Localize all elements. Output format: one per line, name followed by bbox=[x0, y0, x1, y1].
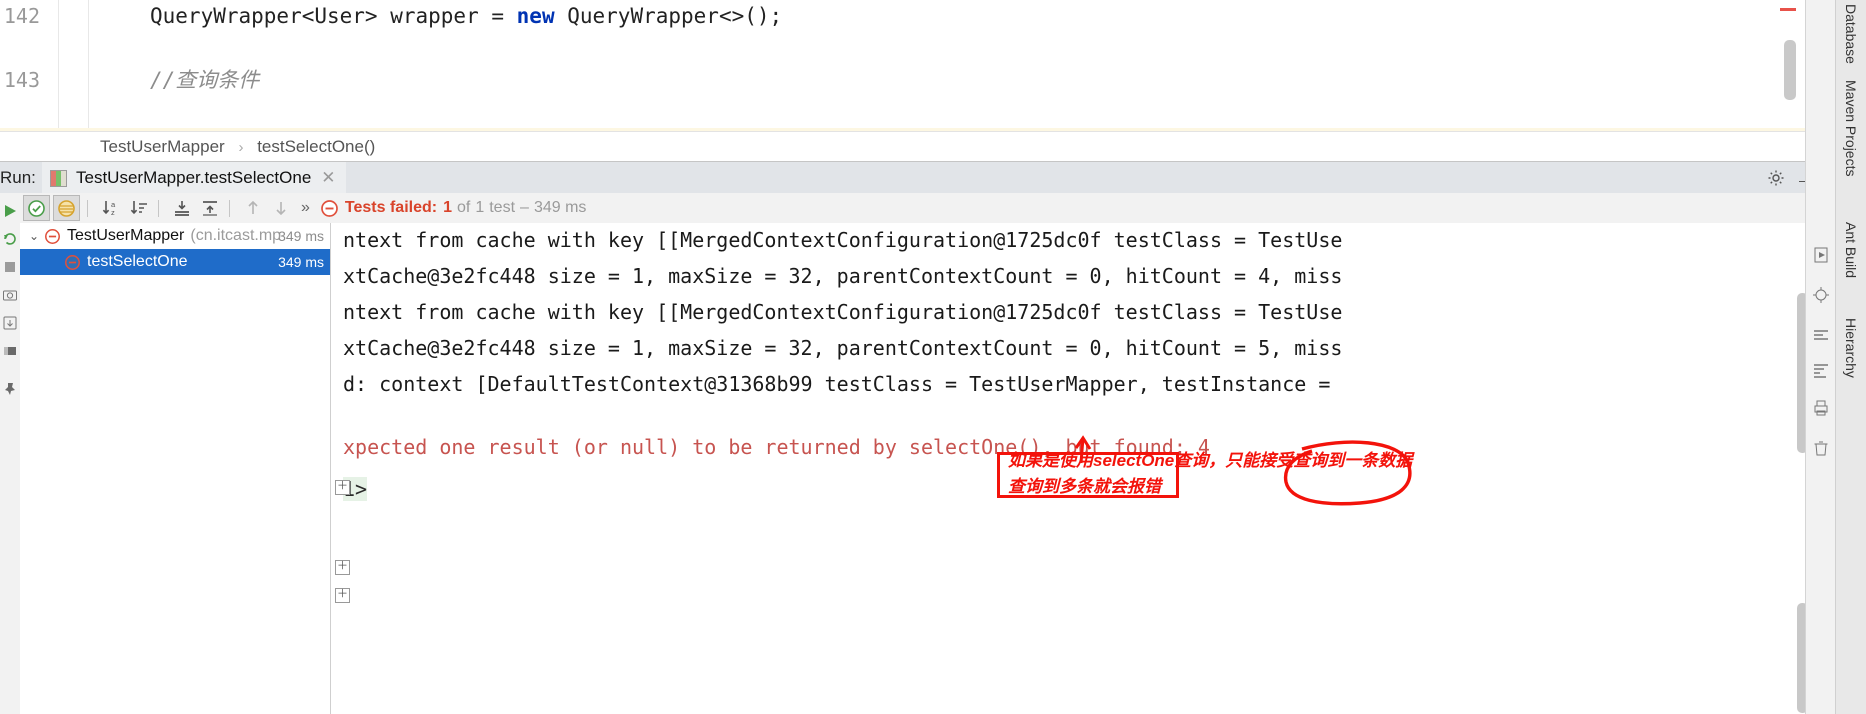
test-status-bar: Tests failed: 1 of 1 test – 349 ms bbox=[320, 199, 587, 218]
layout-icon[interactable] bbox=[2, 343, 18, 359]
tests-failed-count: 1 bbox=[443, 199, 452, 216]
breadcrumb: TestUserMapper › testSelectOne() bbox=[0, 131, 1830, 162]
ant-build-icon[interactable] bbox=[1811, 285, 1831, 305]
run-tool-window: Run: TestUserMapper.testSelectOne ✕ a z … bbox=[0, 161, 1830, 714]
line-number: 142 bbox=[3, 4, 40, 28]
of-text: of bbox=[456, 199, 471, 216]
test-method-name: testSelectOne bbox=[87, 253, 188, 270]
arrow-down-icon[interactable] bbox=[268, 196, 293, 220]
test-class-duration: 349 ms bbox=[278, 228, 324, 244]
test-results-toolbar[interactable]: az » Tests failed: 1 of 1 test – 349 ms bbox=[20, 193, 1830, 224]
tests-total-count: 1 bbox=[475, 199, 485, 216]
tool-tab-hierarchy[interactable]: Hierarchy bbox=[1843, 318, 1859, 378]
code-text: QueryWrapper<>(); bbox=[554, 4, 783, 28]
right-tool-tabs: Database Maven Projects Ant Build Hierar… bbox=[1835, 0, 1866, 714]
console-line: xtCache@3e2fc448 size = 1, maxSize = 32,… bbox=[343, 336, 1343, 360]
pin-icon[interactable] bbox=[2, 381, 18, 397]
close-icon[interactable]: ✕ bbox=[321, 168, 335, 188]
chevron-down-icon[interactable]: ⌄ bbox=[26, 223, 42, 249]
console-line: ntext from cache with key [[MergedContex… bbox=[343, 300, 1343, 324]
test-duration: 349 ms bbox=[533, 199, 587, 216]
test-tree-node-method[interactable]: testSelectOne 349 ms bbox=[20, 249, 330, 275]
annotation-note-text: 如果是使用selectOne查询，只能接受查询到一条数据 查询到多条就会报错 bbox=[1008, 451, 1413, 496]
error-circle-icon bbox=[321, 199, 338, 217]
run-icon[interactable] bbox=[1811, 245, 1831, 265]
dash: – bbox=[520, 199, 529, 216]
sort-rail-icon[interactable] bbox=[1811, 360, 1831, 380]
tests-failed-label: Tests failed: bbox=[344, 199, 438, 216]
code-line-142: 142 QueryWrapper<User> wrapper = new Que… bbox=[0, 0, 1830, 32]
editor-error-stripe bbox=[1780, 8, 1796, 11]
export-icon[interactable] bbox=[2, 315, 18, 331]
line-number: 143 bbox=[3, 68, 40, 92]
double-chevron-right-icon[interactable]: » bbox=[301, 199, 310, 217]
code-comment: //查询条件 bbox=[150, 68, 260, 92]
tool-tab-maven[interactable]: Maven Projects bbox=[1843, 80, 1859, 176]
fold-box[interactable]: ＋ bbox=[335, 588, 350, 603]
code-keyword: new bbox=[516, 4, 555, 28]
rerun-icon[interactable] bbox=[2, 203, 18, 219]
svg-text:z: z bbox=[111, 208, 115, 217]
collapse-all-icon[interactable] bbox=[197, 196, 222, 220]
expand-all-icon[interactable] bbox=[169, 196, 194, 220]
test-tree-node-class[interactable]: ⌄ TestUserMapper (cn.itcast.mp 349 ms bbox=[20, 223, 330, 249]
right-tool-rail bbox=[1805, 0, 1836, 714]
breadcrumb-separator: › bbox=[238, 139, 244, 156]
sort-az-icon[interactable]: az bbox=[98, 196, 123, 220]
rerun-failed-icon[interactable] bbox=[2, 231, 18, 247]
tool-tab-database[interactable]: Database bbox=[1843, 4, 1859, 64]
trash-icon[interactable] bbox=[1811, 438, 1831, 458]
fold-box[interactable]: ＋ bbox=[335, 560, 350, 575]
console-line: d: context [DefaultTestContext@31368b99 … bbox=[343, 372, 1331, 396]
test-class-name: TestUserMapper bbox=[67, 227, 185, 244]
run-window-label: Run: bbox=[0, 168, 36, 187]
run-tab-title: TestUserMapper.testSelectOne bbox=[76, 168, 312, 187]
arrow-up-icon[interactable] bbox=[240, 196, 265, 220]
print-icon[interactable] bbox=[1811, 398, 1831, 418]
code-line-143: 143 //查询条件 bbox=[0, 64, 1830, 96]
test-run-icon bbox=[50, 169, 67, 187]
run-tab[interactable]: TestUserMapper.testSelectOne ✕ bbox=[42, 162, 346, 194]
show-passed-tests-toggle[interactable] bbox=[23, 195, 50, 221]
stop-icon[interactable] bbox=[2, 259, 18, 275]
sort-duration-icon[interactable] bbox=[126, 196, 151, 220]
editor-vertical-scrollbar[interactable] bbox=[1784, 40, 1796, 100]
tool-tab-ant[interactable]: Ant Build bbox=[1843, 222, 1859, 278]
ide-window: 142 QueryWrapper<User> wrapper = new Que… bbox=[0, 0, 1866, 714]
error-circle-icon bbox=[64, 254, 81, 271]
test-word: test bbox=[489, 199, 516, 216]
console-line: ntext from cache with key [[MergedContex… bbox=[343, 228, 1343, 252]
run-tab-bar: Run: TestUserMapper.testSelectOne ✕ bbox=[0, 161, 1830, 194]
test-tree[interactable]: ⌄ TestUserMapper (cn.itcast.mp 349 ms te… bbox=[20, 223, 331, 714]
run-left-rail bbox=[0, 193, 20, 714]
console-line: xtCache@3e2fc448 size = 1, maxSize = 32,… bbox=[343, 264, 1343, 288]
camera-icon[interactable] bbox=[2, 287, 18, 303]
code-text: QueryWrapper<User> wrapper = bbox=[150, 4, 517, 28]
breadcrumb-class[interactable]: TestUserMapper bbox=[100, 137, 225, 156]
collapse-rail-icon[interactable] bbox=[1811, 325, 1831, 345]
test-class-package: (cn.itcast.mp bbox=[190, 227, 282, 244]
test-method-duration: 349 ms bbox=[278, 254, 324, 270]
breadcrumb-method[interactable]: testSelectOne() bbox=[257, 137, 375, 156]
error-circle-icon bbox=[44, 228, 61, 245]
fold-box[interactable]: ＋ bbox=[335, 480, 350, 495]
show-ignored-tests-toggle[interactable] bbox=[53, 195, 80, 221]
gear-icon[interactable] bbox=[1766, 168, 1786, 188]
code-editor[interactable]: 142 QueryWrapper<User> wrapper = new Que… bbox=[0, 0, 1830, 131]
